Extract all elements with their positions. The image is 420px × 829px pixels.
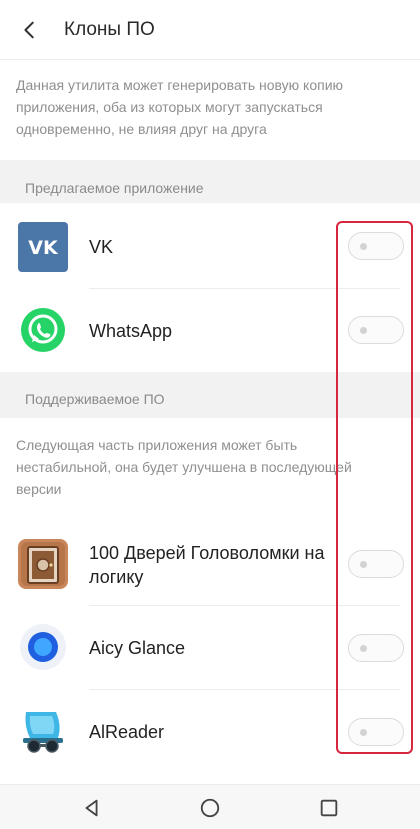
toggle-knob	[360, 729, 367, 736]
app-row-whatsapp[interactable]: WhatsApp	[0, 289, 420, 373]
app-name: 100 Дверей Головоломки на логику	[89, 543, 325, 587]
app-row-100-doors[interactable]: 100 Дверей Головоломки на логику	[0, 522, 420, 606]
triangle-back-icon	[85, 799, 98, 817]
clone-toggle-aicy-glance[interactable]	[348, 634, 404, 662]
system-navigation-bar	[0, 784, 420, 829]
svg-text:VK: VK	[28, 237, 59, 259]
app-name: VK	[89, 237, 114, 257]
nav-home-button[interactable]	[197, 795, 223, 821]
supported-note: Следующая часть приложения может быть не…	[16, 437, 352, 497]
back-arrow-icon	[24, 21, 34, 38]
clone-toggle-alreader[interactable]	[348, 718, 404, 746]
clone-toggle-whatsapp[interactable]	[348, 316, 404, 344]
suggested-section-header: Предлагаемое приложение	[0, 160, 420, 203]
toggle-knob	[360, 243, 367, 250]
square-recents-icon	[320, 799, 338, 817]
app-row-vk[interactable]: VK VK	[0, 205, 420, 289]
intro-description: Данная утилита может генерировать новую …	[16, 77, 344, 137]
toggle-knob	[360, 561, 367, 568]
toggle-knob	[360, 645, 367, 652]
clone-toggle-vk[interactable]	[348, 232, 404, 260]
back-button[interactable]	[0, 0, 60, 60]
doors-game-icon	[18, 539, 68, 589]
aicy-glance-icon	[18, 622, 68, 672]
supported-section-header: Поддерживаемое ПО	[0, 372, 420, 418]
vk-icon: VK	[18, 222, 68, 272]
alreader-icon	[18, 706, 68, 756]
app-name: WhatsApp	[89, 321, 173, 341]
app-row-aicy-glance[interactable]: Aicy Glance	[0, 606, 420, 690]
suggested-section-label: Предлагаемое приложение	[25, 180, 204, 196]
nav-back-button[interactable]	[79, 795, 105, 821]
app-name: Aicy Glance	[89, 638, 186, 658]
nav-recents-button[interactable]	[316, 795, 342, 821]
toggle-knob	[360, 327, 367, 334]
clone-toggle-100-doors[interactable]	[348, 550, 404, 578]
top-bar: Клоны ПО	[0, 0, 420, 60]
circle-home-icon	[200, 798, 220, 818]
supported-section-label: Поддерживаемое ПО	[25, 391, 165, 407]
whatsapp-icon	[18, 305, 68, 355]
app-name: AlReader	[89, 722, 165, 742]
page-title: Клоны ПО	[64, 18, 155, 40]
app-row-alreader[interactable]: AlReader	[0, 690, 420, 774]
